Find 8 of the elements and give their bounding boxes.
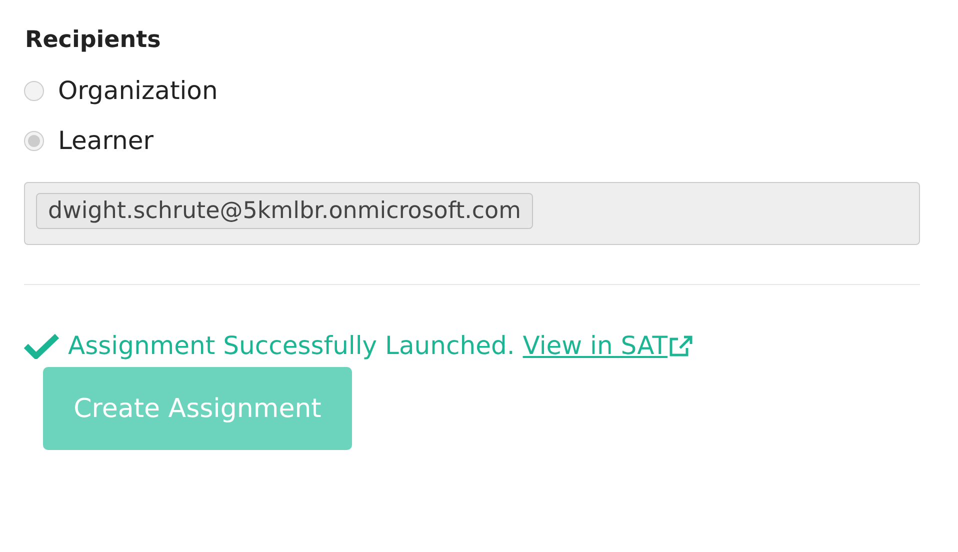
email-tag: dwight.schrute@5kmlbr.onmicrosoft.com: [36, 193, 534, 229]
view-link[interactable]: View in SAT: [522, 329, 703, 363]
option-label: Learner: [58, 125, 154, 157]
external-link-icon: [668, 334, 694, 358]
section-heading: Recipients: [25, 26, 162, 55]
option-label: Organization: [58, 75, 218, 107]
checkmark-icon: [24, 333, 59, 359]
success-message: Assignment Successfully Launched.: [68, 330, 515, 362]
